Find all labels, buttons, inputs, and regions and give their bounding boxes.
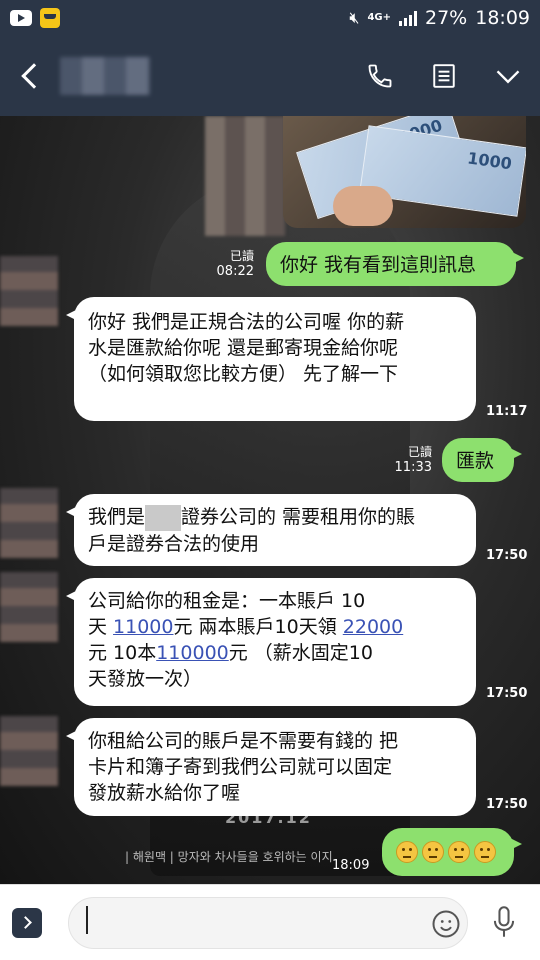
header-actions: [348, 36, 540, 116]
message-bubble-outgoing[interactable]: 你好 我有看到這則訊息: [266, 242, 524, 286]
wallpaper-credit: | 해원맥 | 망자와 차사들을 호위하는 이지: [125, 850, 333, 864]
message-bubble-outgoing[interactable]: [382, 828, 522, 876]
message-line: 卡片和簿子寄到我們公司就可以固定: [88, 756, 393, 778]
message-line: （如何領取您比較方便） 先了解一下: [88, 363, 399, 385]
phone-icon: [366, 62, 394, 90]
mute-icon: 🔇︎: [349, 8, 360, 27]
system-status: 🔇︎ 4G+ 27% 18:09: [349, 7, 530, 29]
message-line: 元 10本110000元 （薪水固定10: [88, 642, 373, 664]
avatar-blurred[interactable]: [0, 256, 58, 326]
microphone-icon[interactable]: [490, 905, 518, 943]
message-line: 天發放一次）: [88, 668, 203, 690]
phone-number-link[interactable]: 110000: [156, 642, 229, 664]
phone-number-link[interactable]: 11000: [113, 616, 173, 638]
chevron-left-icon: [21, 63, 47, 89]
clock: 18:09: [475, 7, 530, 29]
message-bubble-incoming[interactable]: 你租給公司的賬戶是不需要有錢的 把 卡片和簿子寄到我們公司就可以固定 發放薪水給…: [66, 718, 476, 816]
smile-emoji-icon: [422, 840, 444, 863]
contact-name-blurred[interactable]: [60, 57, 150, 95]
message-bubble-incoming[interactable]: 你好 我們是正規合法的公司喔 你的薪 水是匯款給你呢 還是郵寄現金給你呢 （如何…: [66, 297, 476, 421]
avatar-blurred[interactable]: [0, 488, 58, 558]
chevron-right-icon: [19, 916, 32, 929]
call-button[interactable]: [348, 36, 412, 116]
message-bubble-outgoing[interactable]: 匯款: [442, 438, 522, 482]
chevron-down-icon: [494, 62, 522, 90]
message-meta: 已讀 08:22: [216, 249, 254, 279]
more-button[interactable]: [476, 36, 540, 116]
message-line: 天 11000元 兩本賬戶10天領 22000: [88, 616, 404, 638]
network-type: 4G+: [367, 12, 391, 23]
avatar-blurred[interactable]: [205, 116, 285, 236]
hand-image: [333, 186, 393, 226]
smile-emoji-icon: [474, 840, 496, 863]
message-line: 你租給公司的賬戶是不需要有錢的 把: [88, 730, 399, 752]
message-line: 戶是證券合法的使用: [88, 532, 260, 555]
message-line: 你好 我們是正規合法的公司喔 你的薪: [88, 311, 405, 333]
notification-icons: [10, 8, 60, 28]
message-meta: 已讀 11:33: [394, 445, 432, 475]
message-line: 公司給你的租金是：一本賬戶 10: [88, 590, 366, 612]
chat-header: [0, 36, 540, 116]
message-time: 17:50: [486, 686, 528, 701]
text-caret: [86, 906, 88, 934]
censored-text: [145, 504, 182, 531]
message-time: 18:09: [332, 858, 370, 873]
message-time: 17:50: [486, 797, 528, 812]
smile-emoji-icon: [448, 840, 470, 863]
back-button[interactable]: [0, 36, 60, 116]
message-time: 11:17: [486, 404, 528, 419]
notes-button[interactable]: [412, 36, 476, 116]
message-bubble-incoming[interactable]: 公司給你的租金是：一本賬戶 10 天 11000元 兩本賬戶10天領 22000…: [66, 578, 476, 706]
smile-emoji-icon: [396, 840, 418, 863]
app-notification-icon: [40, 8, 60, 28]
message-time: 17:50: [486, 548, 528, 563]
chat-area[interactable]: 2017.12 | 해원맥 | 망자와 차사들을 호위하는 이지 1000 10…: [0, 116, 540, 884]
menu-icon: [431, 63, 457, 89]
message-line: 發放薪水給你了喔: [88, 782, 241, 804]
message-line: 我們是 證券公司的 需要租用你的賬: [88, 504, 462, 531]
smile-icon[interactable]: [431, 909, 461, 943]
youtube-icon: [10, 10, 32, 26]
avatar-blurred[interactable]: [0, 572, 58, 642]
avatar-blurred[interactable]: [0, 716, 58, 786]
battery-level: 27%: [425, 7, 468, 29]
message-bubble-incoming[interactable]: 我們是 證券公司的 需要租用你的賬 戶是證券合法的使用: [66, 494, 476, 566]
message-input[interactable]: [68, 896, 468, 949]
photo-message[interactable]: 1000 1000: [283, 116, 526, 228]
signal-icon: [399, 10, 417, 26]
status-bar: 🔇︎ 4G+ 27% 18:09: [0, 0, 540, 36]
phone-number-link[interactable]: 22000: [343, 616, 403, 638]
message-line: 水是匯款給你呢 還是郵寄現金給你呢: [88, 337, 399, 359]
expand-button[interactable]: [12, 907, 42, 938]
